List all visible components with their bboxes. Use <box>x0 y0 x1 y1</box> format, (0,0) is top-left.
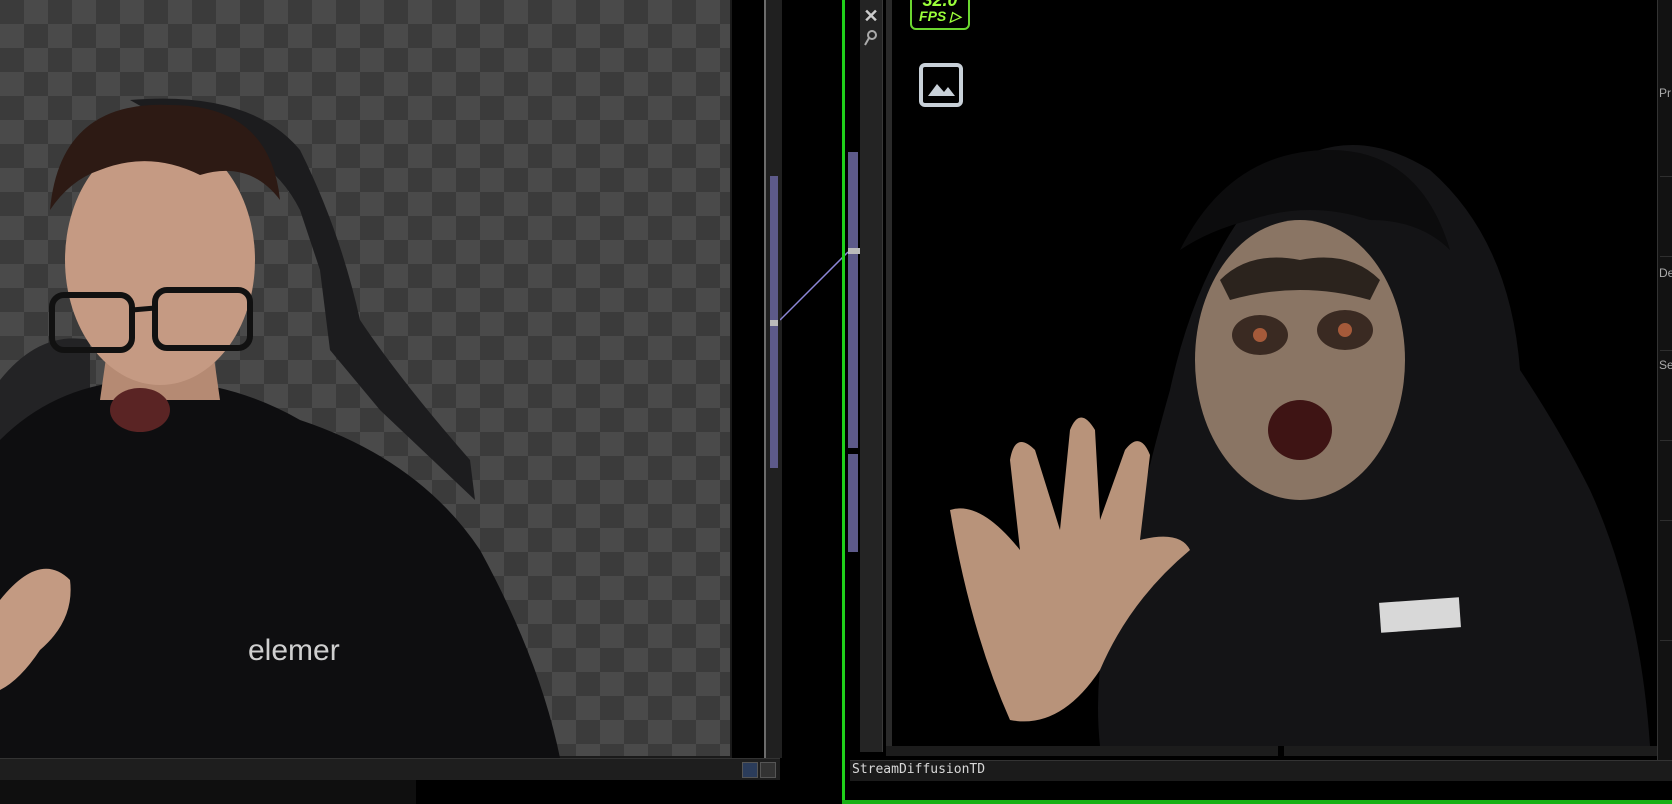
scrollbar-thumb[interactable] <box>1278 746 1284 758</box>
param-divider <box>1660 520 1672 521</box>
param-label-de: De <box>1659 266 1672 280</box>
param-divider <box>1660 350 1672 351</box>
param-divider <box>1660 176 1672 177</box>
viewer-bottom-toolbar <box>0 758 780 781</box>
viewer-toggle-button[interactable] <box>742 762 758 778</box>
image-icon[interactable] <box>918 62 964 108</box>
node-input-connector[interactable] <box>848 152 858 448</box>
webcam-person-cutout: elemer <box>0 98 560 758</box>
network-background-dark <box>416 780 780 804</box>
node-name-label[interactable]: StreamDiffusionTD <box>852 762 985 777</box>
param-divider <box>1660 256 1672 257</box>
plus-icon[interactable] <box>760 762 776 778</box>
fps-badge[interactable]: 32.0 FPS ▷ <box>910 0 970 30</box>
shirt-logo-text: elemer <box>248 634 340 667</box>
connector-port[interactable] <box>770 320 778 326</box>
input-port[interactable] <box>848 248 860 254</box>
node-tool-column <box>860 0 883 752</box>
node-input-connector-2[interactable] <box>848 454 858 552</box>
param-divider <box>1660 440 1672 441</box>
param-label-pr: Pr <box>1659 86 1671 100</box>
active-viewer-border <box>842 0 845 804</box>
fps-value: 32.0 <box>922 0 958 10</box>
pin-icon[interactable] <box>864 30 878 46</box>
param-divider <box>1660 640 1672 641</box>
parameter-panel-edge[interactable] <box>1657 0 1672 760</box>
diffused-zombie-output <box>950 145 1650 746</box>
close-icon[interactable]: ✕ <box>862 6 880 27</box>
viewer-bottom-scrollbar[interactable] <box>886 746 1657 756</box>
active-node-underline <box>842 800 1672 804</box>
param-label-se: Se <box>1659 358 1672 372</box>
fps-label: FPS ▷ <box>919 8 961 24</box>
